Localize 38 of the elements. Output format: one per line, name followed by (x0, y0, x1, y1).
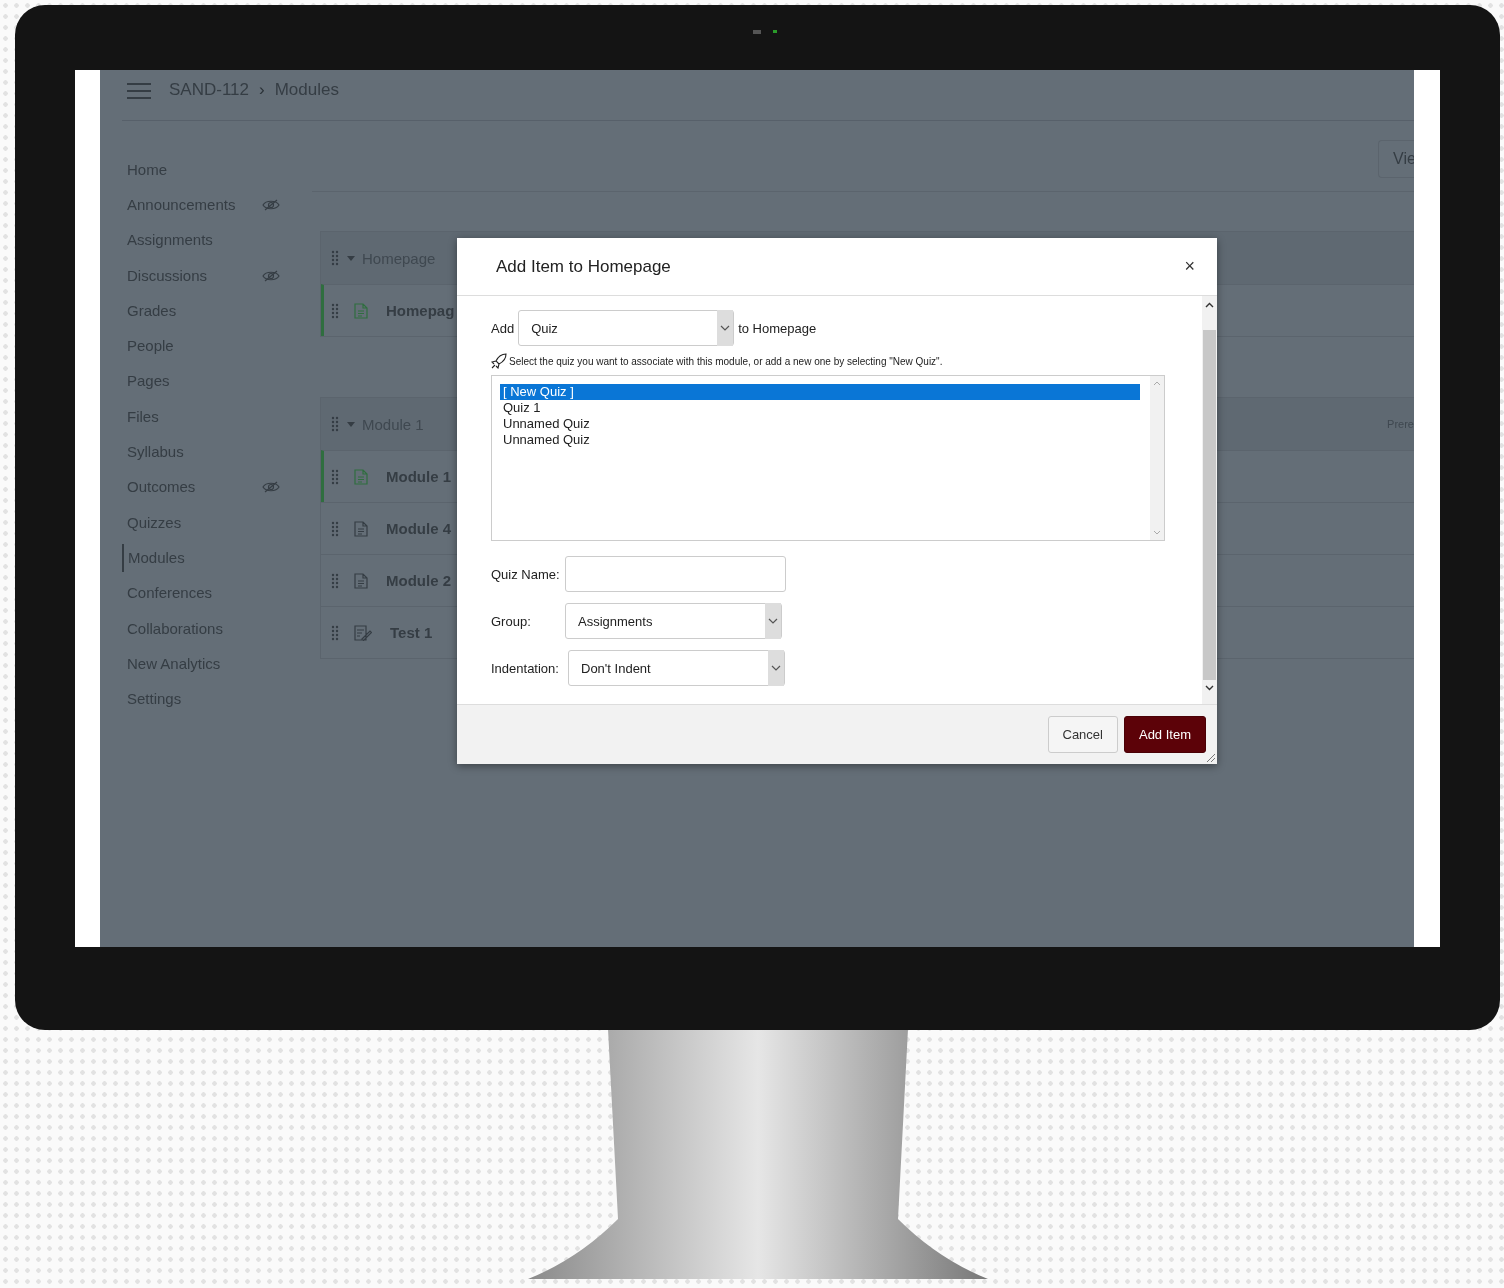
list-option[interactable]: [ New Quiz ] (500, 384, 1140, 400)
scrollbar[interactable] (1202, 296, 1217, 704)
dropdown-select[interactable]: Don't Indent (568, 650, 785, 686)
quiz-name-field[interactable] (565, 556, 786, 592)
rocket-icon (491, 353, 507, 369)
chevron-down-icon[interactable] (717, 310, 734, 346)
hint-text: Select the quiz you want to associate with this module, or add a new one by selecting "New Quiz". (509, 355, 943, 367)
breadcrumb-separator: › (259, 79, 265, 100)
add-item-button[interactable]: Add Item (1123, 716, 1206, 753)
close-button[interactable]: × (1180, 256, 1199, 277)
menu-icon[interactable] (127, 83, 151, 99)
caret-icon[interactable] (347, 254, 355, 262)
target-label: to Homepage (738, 320, 817, 336)
field-label: Indentation: (491, 660, 560, 676)
drag-handle-icon[interactable] (331, 624, 339, 641)
drag-handle-icon[interactable] (331, 468, 339, 485)
quiz-list[interactable]: [ New Quiz ] Quiz 1 Unnamed Quiz Unnamed Quiz (491, 375, 1165, 541)
field-label: Quiz Name: (491, 566, 561, 582)
chevron-down-icon[interactable] (765, 603, 781, 639)
item-type-select[interactable]: Quiz (518, 310, 735, 346)
cancel-button[interactable]: Cancel (1047, 716, 1118, 753)
drag-handle-icon[interactable] (331, 302, 339, 319)
list-option[interactable]: Quiz 1 (500, 400, 1140, 416)
scrollbar[interactable] (1150, 376, 1164, 540)
add-label: Add (491, 320, 515, 336)
dropdown-select[interactable]: Assignments (565, 603, 782, 639)
dialog-title: Add Item to Homepage (496, 256, 672, 277)
chevron-down-icon[interactable] (768, 650, 784, 686)
drag-handle-icon[interactable] (331, 250, 339, 266)
field-label: Group: (491, 613, 532, 629)
drag-handle-icon[interactable] (331, 416, 339, 432)
drag-handle-icon[interactable] (331, 572, 339, 589)
drag-handle-icon[interactable] (331, 520, 339, 537)
list-option[interactable]: Unnamed Quiz (500, 432, 1140, 448)
camera-icon (753, 29, 779, 35)
resize-handle-icon[interactable] (1206, 753, 1215, 762)
caret-icon[interactable] (347, 420, 355, 428)
list-option[interactable]: Unnamed Quiz (500, 416, 1140, 432)
